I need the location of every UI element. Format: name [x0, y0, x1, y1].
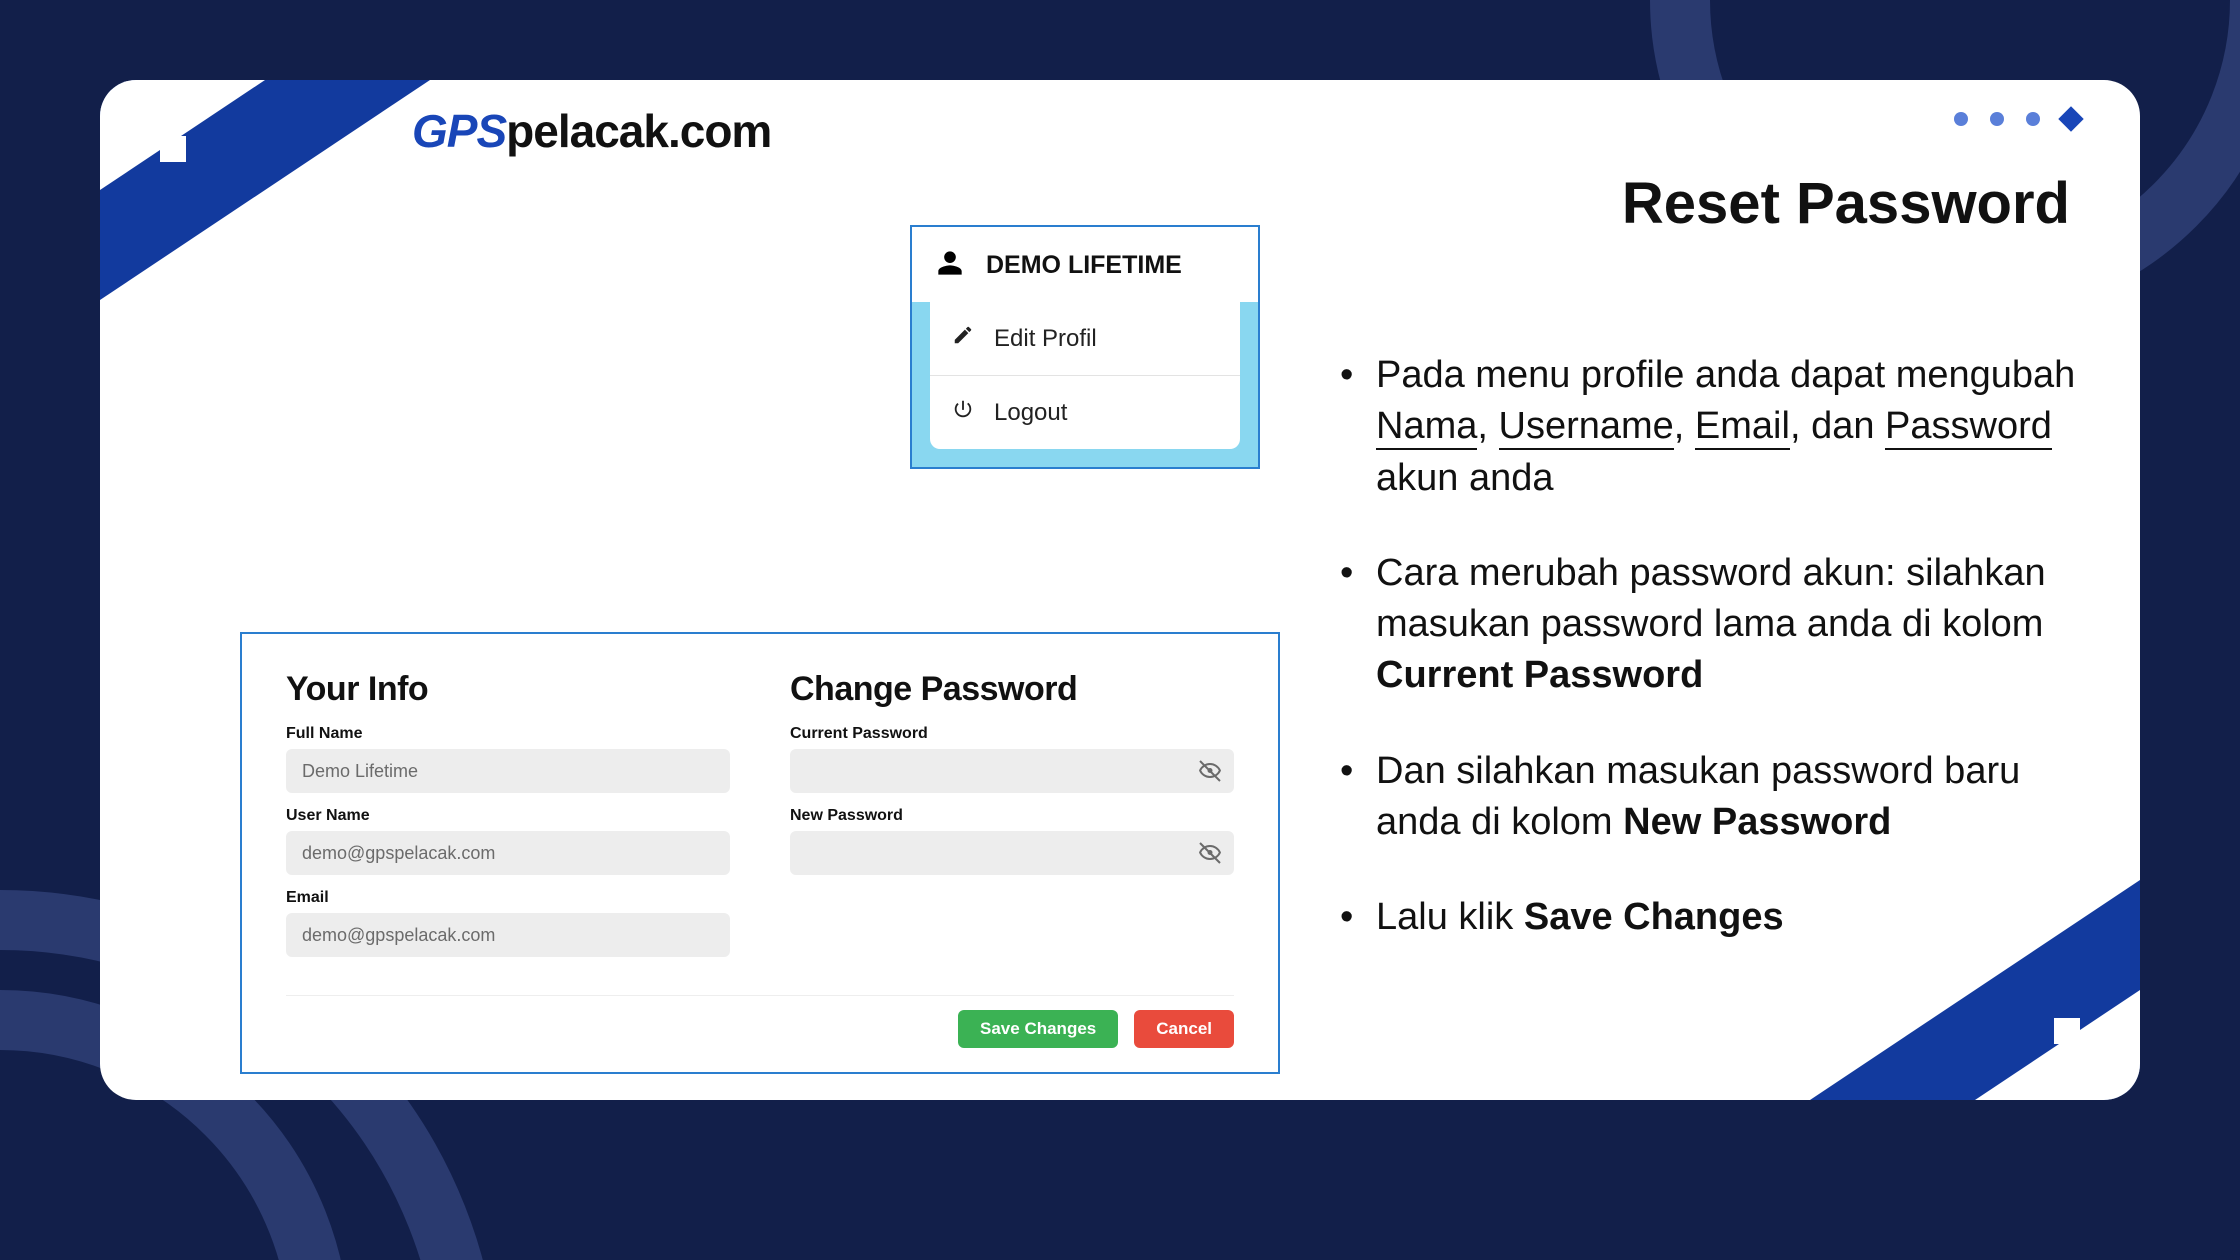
cancel-button[interactable]: Cancel	[1134, 1010, 1234, 1048]
logo-suffix: pelacak.com	[506, 105, 771, 157]
instruction-list: Pada menu profile anda dapat mengubah Na…	[1340, 350, 2080, 988]
label-email: Email	[286, 889, 730, 907]
deco-square-br-2	[2054, 1018, 2080, 1044]
deco-square-tl-1	[134, 94, 160, 120]
underline-username: Username	[1499, 405, 1674, 450]
save-changes-button[interactable]: Save Changes	[958, 1010, 1118, 1048]
underline-email: Email	[1695, 405, 1790, 450]
deco-square-br-1	[2080, 1060, 2106, 1086]
menu-item-edit-profile[interactable]: Edit Profil	[930, 302, 1240, 376]
instruction-item-3: Dan silahkan masukan password baru anda …	[1340, 746, 2080, 849]
text: ,	[1674, 405, 1695, 447]
bold-save-changes: Save Changes	[1524, 896, 1784, 938]
input-current-password[interactable]	[790, 749, 1234, 793]
your-info-column: Your Info Full Name User Name Email	[286, 670, 730, 995]
settings-panel: Your Info Full Name User Name Email Chan…	[240, 632, 1280, 1074]
page-title: Reset Password	[1622, 170, 2070, 237]
input-new-password[interactable]	[790, 831, 1234, 875]
label-new-password: New Password	[790, 807, 1234, 825]
change-password-heading: Change Password	[790, 670, 1234, 709]
profile-dropdown-header: DEMO LIFETIME	[912, 227, 1258, 302]
input-email[interactable]	[286, 913, 730, 957]
power-icon	[952, 398, 974, 427]
menu-label-edit-profile: Edit Profil	[994, 325, 1097, 353]
instruction-item-1: Pada menu profile anda dapat mengubah Na…	[1340, 350, 2080, 504]
deco-square-br-3	[2038, 1060, 2064, 1086]
settings-footer: Save Changes Cancel	[286, 995, 1234, 1048]
pencil-icon	[952, 324, 974, 353]
eye-off-icon[interactable]	[1198, 841, 1222, 865]
deco-dots	[1954, 110, 2080, 128]
deco-square-tl-2	[160, 136, 186, 162]
corner-triangle-tl-inset	[100, 80, 265, 190]
underline-password: Password	[1885, 405, 2052, 450]
underline-nama: Nama	[1376, 405, 1477, 450]
change-password-column: Change Password Current Password New Pas…	[790, 670, 1234, 995]
text: ,	[1477, 405, 1498, 447]
instruction-item-2: Cara merubah password akun: silahkan mas…	[1340, 548, 2080, 702]
text: Pada menu profile anda dapat mengubah	[1376, 354, 2075, 396]
menu-label-logout: Logout	[994, 399, 1067, 427]
label-user-name: User Name	[286, 807, 730, 825]
deco-dot-1	[1954, 112, 1968, 126]
menu-item-logout[interactable]: Logout	[930, 376, 1240, 449]
brand-logo: GPSpelacak.com	[412, 104, 771, 158]
text: Cara merubah password akun: silahkan mas…	[1376, 552, 2046, 645]
bold-current-password: Current Password	[1376, 654, 1703, 696]
deco-diamond	[2058, 106, 2083, 131]
logo-prefix: GPS	[412, 105, 506, 157]
user-icon	[936, 249, 964, 282]
input-full-name[interactable]	[286, 749, 730, 793]
deco-dot-2	[1990, 112, 2004, 126]
profile-username: DEMO LIFETIME	[986, 251, 1182, 280]
bold-new-password: New Password	[1623, 801, 1891, 843]
input-user-name[interactable]	[286, 831, 730, 875]
label-full-name: Full Name	[286, 725, 730, 743]
deco-dot-3	[2026, 112, 2040, 126]
text: , dan	[1790, 405, 1885, 447]
slide-card: GPSpelacak.com Reset Password DEMO LIFET…	[100, 80, 2140, 1100]
text: akun anda	[1376, 457, 1554, 499]
text: Lalu klik	[1376, 896, 1524, 938]
eye-off-icon[interactable]	[1198, 759, 1222, 783]
your-info-heading: Your Info	[286, 670, 730, 709]
label-current-password: Current Password	[790, 725, 1234, 743]
instruction-item-4: Lalu klik Save Changes	[1340, 892, 2080, 943]
profile-dropdown: DEMO LIFETIME Edit Profil Logout	[910, 225, 1260, 469]
